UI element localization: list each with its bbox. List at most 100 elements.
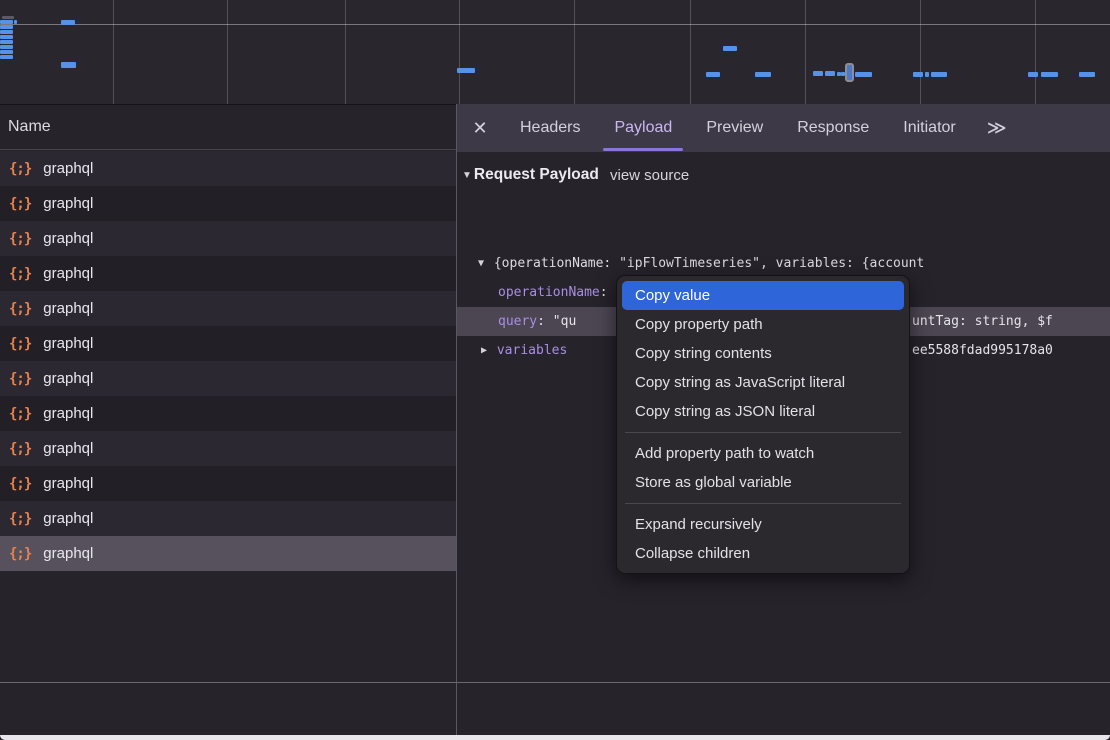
timeline-gridline: [227, 0, 228, 104]
request-name: graphql: [43, 405, 93, 422]
variables-row[interactable]: ▶ variables: [481, 343, 567, 358]
timeline-bar: [813, 71, 823, 76]
property-key: operationName: [498, 285, 600, 300]
selected-request-marker: [845, 63, 854, 82]
json-braces-icon: {;}: [9, 371, 31, 387]
request-name: graphql: [43, 510, 93, 527]
request-name: graphql: [43, 440, 93, 457]
request-name: graphql: [43, 160, 93, 177]
key-separator: :: [537, 314, 553, 329]
request-name: graphql: [43, 230, 93, 247]
query-row[interactable]: query: "qu: [498, 314, 576, 329]
request-name: graphql: [43, 300, 93, 317]
summary-bar-divider: [0, 682, 1110, 683]
request-name: graphql: [43, 545, 93, 562]
request-list-panel: Name {;} graphql {;} graphql {;} graphql {;} gr…: [0, 105, 456, 735]
timeline-bar: [457, 68, 475, 73]
timeline-gridline: [690, 0, 691, 104]
request-name: graphql: [43, 370, 93, 387]
more-tabs-icon[interactable]: ≫: [973, 104, 1018, 152]
timeline-bar: [723, 46, 737, 51]
timeline-bar: [706, 72, 720, 77]
timeline-bar: [0, 20, 13, 24]
property-value: "qu: [553, 314, 576, 329]
request-row[interactable]: {;} graphql: [0, 256, 456, 291]
devtools-network-panel: Name {;} graphql {;} graphql {;} graphql {;} gr…: [0, 0, 1110, 740]
request-row[interactable]: {;}graphql: [0, 466, 456, 501]
request-row[interactable]: {;} graphql: [0, 396, 456, 431]
timeline-gridline: [805, 0, 806, 104]
request-payload-heading[interactable]: ▼Request Payload: [462, 166, 599, 184]
timeline-bar: [0, 45, 13, 49]
collapse-triangle-icon: ▼: [462, 170, 472, 181]
request-row[interactable]: {;} graphql: [0, 536, 456, 571]
timeline-gridline: [113, 0, 114, 104]
menu-separator: [625, 503, 901, 504]
request-name: graphql: [43, 335, 93, 352]
request-row[interactable]: {;} graphql: [0, 431, 456, 466]
tab-initiator[interactable]: Initiator: [886, 104, 972, 152]
name-column-header[interactable]: Name: [0, 105, 456, 150]
network-overview-timeline[interactable]: [0, 0, 1110, 105]
menu-item-add-property-path-to-watch[interactable]: Add property path to watch: [622, 439, 904, 468]
window-bottom-edge: [0, 735, 1110, 740]
menu-item-copy-string-as-json-literal[interactable]: Copy string as JSON literal: [622, 397, 904, 426]
close-icon[interactable]: ✕: [457, 104, 503, 152]
request-row[interactable]: {;} graphql: [0, 361, 456, 396]
tab-payload[interactable]: Payload: [597, 104, 689, 152]
timeline-gridline: [574, 0, 575, 104]
request-name: graphql: [43, 265, 93, 282]
tab-headers[interactable]: Headers: [503, 104, 597, 152]
json-braces-icon: {;}: [9, 546, 31, 562]
menu-item-copy-string-as-javascript-literal[interactable]: Copy string as JavaScript literal: [622, 368, 904, 397]
json-braces-icon: {;}: [9, 196, 31, 212]
menu-item-copy-value[interactable]: Copy value: [622, 281, 904, 310]
view-source-link[interactable]: view source: [610, 167, 689, 184]
menu-item-store-as-global-variable[interactable]: Store as global variable: [622, 468, 904, 497]
payload-root-row[interactable]: ▼ {operationName: "ipFlowTimeseries", va…: [478, 256, 1108, 271]
menu-item-expand-recursively[interactable]: Expand recursively: [622, 510, 904, 539]
timeline-bar: [0, 55, 13, 59]
json-braces-icon: {;}: [9, 336, 31, 352]
request-row[interactable]: {;}graphql: [0, 291, 456, 326]
menu-item-copy-string-contents[interactable]: Copy string contents: [622, 339, 904, 368]
request-row[interactable]: {;} graphql: [0, 151, 456, 186]
collapsed-triangle-icon[interactable]: ▶: [481, 345, 487, 356]
timeline-bar: [2, 16, 14, 19]
tab-preview[interactable]: Preview: [689, 104, 780, 152]
timeline-gridline: [459, 0, 460, 104]
json-braces-icon: {;}: [9, 231, 31, 247]
timeline-bar: [931, 72, 947, 77]
menu-item-copy-property-path[interactable]: Copy property path: [622, 310, 904, 339]
json-braces-icon: {;}: [9, 266, 31, 282]
timeline-bar: [61, 62, 76, 68]
timeline-bar: [0, 25, 13, 29]
request-name: graphql: [43, 475, 93, 492]
property-key: query: [498, 314, 537, 329]
json-braces-icon: {;}: [9, 406, 31, 422]
request-row[interactable]: {;}graphql: [0, 186, 456, 221]
timeline-bar: [825, 71, 835, 76]
menu-item-collapse-children[interactable]: Collapse children: [622, 539, 904, 568]
request-row[interactable]: {;} graphql: [0, 221, 456, 256]
timeline-gridline: [345, 0, 346, 104]
payload-root-preview: {operationName: "ipFlowTimeseries", vari…: [494, 256, 924, 271]
timeline-bar: [755, 72, 771, 77]
json-braces-icon: {;}: [9, 161, 31, 177]
timeline-bar: [0, 50, 13, 54]
expanded-triangle-icon[interactable]: ▼: [478, 258, 484, 269]
property-key: variables: [497, 343, 567, 358]
variables-value-overflow: ee5588fdad995178a0: [912, 343, 1110, 358]
menu-separator: [625, 432, 901, 433]
timeline-gridline: [1035, 0, 1036, 104]
timeline-bar: [1041, 72, 1058, 77]
request-row[interactable]: {;}graphql: [0, 501, 456, 536]
request-payload-title: Request Payload: [474, 166, 599, 183]
tab-response[interactable]: Response: [780, 104, 886, 152]
request-row[interactable]: {;} graphql: [0, 326, 456, 361]
context-menu: Copy valueCopy property pathCopy string …: [616, 275, 910, 574]
tab-strip: HeadersPayloadPreviewResponseInitiator: [503, 104, 973, 152]
json-braces-icon: {;}: [9, 441, 31, 457]
timeline-bar: [0, 30, 13, 34]
timeline-bar: [0, 40, 13, 44]
